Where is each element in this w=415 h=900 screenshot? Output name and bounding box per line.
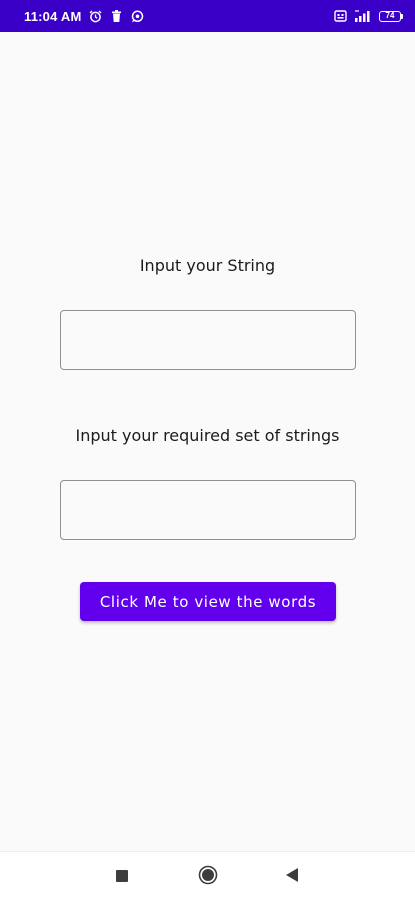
status-bar: 11:04 AM 74 [0, 0, 415, 32]
view-words-button[interactable]: Click Me to view the words [80, 582, 336, 621]
recents-button[interactable] [97, 852, 147, 900]
sim-icon [333, 9, 347, 23]
back-button[interactable] [267, 852, 317, 900]
home-icon [198, 865, 218, 889]
home-button[interactable] [183, 852, 233, 900]
alarm-icon [88, 9, 102, 23]
status-left: 11:04 AM [24, 9, 144, 24]
navigation-bar [0, 851, 415, 900]
signal-icon [354, 9, 372, 23]
battery-tip [401, 13, 403, 19]
back-icon [285, 867, 299, 886]
status-right: 74 [333, 9, 403, 23]
strings-set-input[interactable] [60, 480, 356, 540]
battery-level: 74 [379, 10, 401, 22]
strings-set-label: Input your required set of strings [75, 426, 340, 445]
recents-icon [116, 867, 128, 886]
app-screen: 11:04 AM 74 Input your String Input your… [0, 0, 415, 900]
battery-icon: 74 [379, 10, 403, 22]
string-input[interactable] [60, 310, 356, 370]
string-label: Input your String [139, 256, 276, 275]
delete-icon [109, 9, 123, 23]
status-time: 11:04 AM [24, 8, 82, 24]
whatsapp-icon [130, 9, 144, 23]
